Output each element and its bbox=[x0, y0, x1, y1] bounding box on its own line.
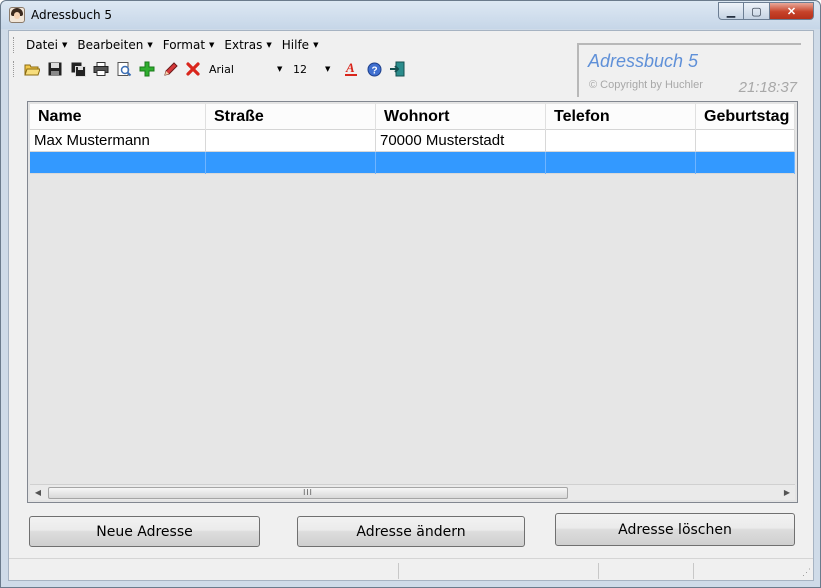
chevron-down-icon: ▼ bbox=[277, 65, 283, 73]
status-divider bbox=[398, 563, 399, 579]
edit-address-button[interactable]: Adresse ändern bbox=[297, 516, 525, 547]
scroll-right-icon[interactable]: ▶ bbox=[779, 485, 795, 501]
copyright-text: © Copyright by Huchler bbox=[589, 79, 703, 91]
cell-geburtstag bbox=[696, 130, 795, 152]
font-color-icon[interactable]: A bbox=[341, 59, 361, 79]
column-header-strasse[interactable]: Straße bbox=[206, 104, 376, 130]
cell-strasse bbox=[206, 130, 376, 152]
caption-buttons: ▁ ▢ ✕ bbox=[718, 2, 814, 20]
column-header-name[interactable]: Name bbox=[30, 104, 206, 130]
menu-hilfe[interactable]: Hilfe ▼ bbox=[278, 35, 325, 55]
close-button[interactable]: ✕ bbox=[770, 2, 814, 20]
add-icon[interactable] bbox=[137, 59, 157, 79]
app-icon[interactable] bbox=[9, 7, 25, 23]
address-list[interactable]: Name Straße Wohnort Telefon Geburtstag M… bbox=[27, 101, 798, 503]
help-icon[interactable]: ? bbox=[364, 59, 384, 79]
menu-grip[interactable] bbox=[13, 37, 16, 53]
font-size-combo[interactable]: 12 ▼ bbox=[293, 59, 337, 79]
cell-name bbox=[30, 152, 206, 174]
table-row[interactable]: Max Mustermann 70000 Musterstadt bbox=[30, 130, 795, 152]
print-icon[interactable] bbox=[91, 59, 111, 79]
menu-dropdown-icon: ▼ bbox=[266, 41, 272, 49]
toolbar-grip[interactable] bbox=[13, 61, 16, 77]
menu-label: Format bbox=[162, 38, 206, 52]
menu-label: Bearbeiten bbox=[77, 38, 144, 52]
font-name-combo[interactable]: Arial ▼ bbox=[209, 59, 289, 79]
brand-title: Adressbuch 5 bbox=[588, 51, 699, 71]
menu-label: Datei bbox=[26, 38, 59, 52]
column-header-telefon[interactable]: Telefon bbox=[546, 104, 696, 130]
window-title: Adressbuch 5 bbox=[31, 8, 113, 22]
menu-datei[interactable]: Datei ▼ bbox=[22, 35, 73, 55]
menu-dropdown-icon: ▼ bbox=[313, 41, 319, 49]
status-divider bbox=[598, 563, 599, 579]
menu-label: Hilfe bbox=[281, 38, 310, 52]
minimize-button[interactable]: ▁ bbox=[718, 2, 744, 20]
svg-text:?: ? bbox=[371, 65, 377, 76]
status-divider bbox=[693, 563, 694, 579]
delete-address-button[interactable]: Adresse löschen bbox=[555, 513, 795, 546]
maximize-icon: ▢ bbox=[751, 5, 762, 18]
cell-wohnort: 70000 Musterstadt bbox=[376, 130, 546, 152]
cell-wohnort bbox=[376, 152, 546, 174]
column-header-wohnort[interactable]: Wohnort bbox=[376, 104, 546, 130]
cell-strasse bbox=[206, 152, 376, 174]
main-window: Adressbuch 5 ▁ ▢ ✕ Datei ▼ Bearbeiten ▼ Fo… bbox=[0, 0, 821, 588]
delete-icon[interactable] bbox=[183, 59, 203, 79]
minimize-icon: ▁ bbox=[726, 5, 736, 18]
save-icon[interactable] bbox=[45, 59, 65, 79]
clock: 21:18:37 bbox=[738, 79, 797, 96]
scroll-thumb[interactable]: III bbox=[48, 486, 568, 499]
menu-label: Extras bbox=[224, 38, 263, 52]
list-header: Name Straße Wohnort Telefon Geburtstag bbox=[30, 104, 795, 130]
address-list-body: Name Straße Wohnort Telefon Geburtstag M… bbox=[30, 104, 795, 484]
menu-bar: Datei ▼ Bearbeiten ▼ Format ▼ Extras ▼ Hilfe… bbox=[13, 35, 324, 55]
scroll-left-icon[interactable]: ◀ bbox=[30, 485, 46, 501]
menu-dropdown-icon: ▼ bbox=[147, 41, 153, 49]
client-area: Datei ▼ Bearbeiten ▼ Format ▼ Extras ▼ Hilfe… bbox=[8, 30, 814, 581]
font-size-value: 12 bbox=[293, 62, 307, 76]
column-header-geburtstag[interactable]: Geburtstag bbox=[696, 104, 795, 130]
cell-name: Max Mustermann bbox=[30, 130, 206, 152]
font-name-value: Arial bbox=[209, 62, 234, 76]
cell-telefon bbox=[546, 130, 696, 152]
menu-dropdown-icon: ▼ bbox=[62, 41, 68, 49]
print-preview-icon[interactable] bbox=[114, 59, 134, 79]
title-bar[interactable]: Adressbuch 5 ▁ ▢ ✕ bbox=[1, 1, 820, 29]
cell-telefon bbox=[546, 152, 696, 174]
svg-text:A: A bbox=[345, 61, 355, 75]
menu-format[interactable]: Format ▼ bbox=[159, 35, 221, 55]
status-bar: ⋰ bbox=[9, 558, 813, 580]
chevron-down-icon: ▼ bbox=[325, 65, 331, 73]
save-all-icon[interactable] bbox=[68, 59, 88, 79]
menu-dropdown-icon: ▼ bbox=[209, 41, 215, 49]
toolbar: Arial ▼ 12 ▼ A ? bbox=[13, 58, 410, 80]
horizontal-scrollbar[interactable]: ◀ III ▶ bbox=[30, 484, 795, 500]
maximize-button[interactable]: ▢ bbox=[744, 2, 770, 20]
scroll-track[interactable]: III bbox=[46, 485, 779, 501]
new-address-button[interactable]: Neue Adresse bbox=[29, 516, 260, 547]
brand-panel: Adressbuch 5 © Copyright by Huchler 21:1… bbox=[577, 43, 801, 97]
open-folder-icon[interactable] bbox=[22, 59, 42, 79]
menu-bearbeiten[interactable]: Bearbeiten ▼ bbox=[73, 35, 158, 55]
close-icon: ✕ bbox=[786, 5, 797, 18]
edit-pencil-icon[interactable] bbox=[160, 59, 180, 79]
menu-extras[interactable]: Extras ▼ bbox=[220, 35, 277, 55]
cell-geburtstag bbox=[696, 152, 795, 174]
table-row-selected[interactable] bbox=[30, 152, 795, 174]
exit-icon[interactable] bbox=[387, 59, 407, 79]
grip-icon: III bbox=[303, 488, 313, 497]
resize-grip-icon[interactable]: ⋰ bbox=[799, 566, 811, 578]
